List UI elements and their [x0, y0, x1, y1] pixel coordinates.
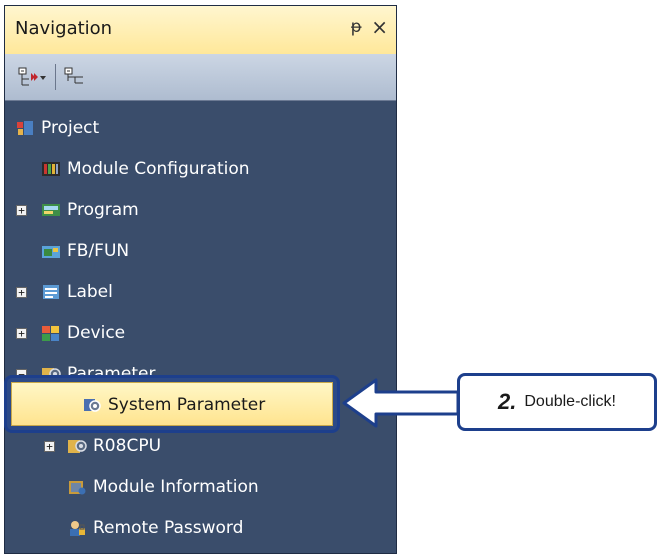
instruction-text: Double-click! — [524, 393, 616, 410]
tree-item-program[interactable]: Program — [41, 195, 139, 225]
expand-toggle[interactable]: + — [16, 287, 27, 298]
tree-item-module-configuration[interactable]: Module Configuration — [41, 154, 250, 184]
tree-item-label: Device — [67, 323, 126, 343]
pin-icon[interactable]: ᵽ — [351, 17, 362, 37]
fb-fun-icon — [42, 246, 60, 258]
expand-toggle[interactable]: + — [16, 328, 27, 339]
panel-toolbar — [5, 54, 396, 101]
tree-item-device[interactable]: Device — [41, 318, 125, 348]
navigation-panel: Navigation ᵽ × Project Module Configurat… — [4, 5, 397, 554]
cpu-parameter-icon — [68, 440, 87, 453]
tree-item-label: Module Information — [93, 477, 259, 497]
collapse-all-icon[interactable] — [63, 65, 89, 89]
instruction-callout: 2. Double-click! — [457, 373, 657, 431]
step-number: 2. — [498, 389, 517, 414]
tree-item-module-information[interactable]: Module Information — [67, 472, 259, 502]
toolbar-separator — [55, 64, 56, 90]
tree-item-project[interactable]: Project — [15, 113, 99, 143]
expand-toggle[interactable]: + — [16, 205, 27, 216]
project-icon — [17, 121, 33, 135]
label-icon — [43, 285, 59, 299]
tree-item-label: FB/FUN — [67, 241, 130, 261]
pointer-arrow-icon — [342, 378, 460, 428]
panel-titlebar: Navigation ᵽ × — [5, 6, 396, 55]
highlight-frame: System Parameter — [4, 375, 340, 433]
tree-item-r08cpu[interactable]: R08CPU — [67, 431, 161, 461]
tree-item-label[interactable]: Label — [41, 277, 113, 307]
tree-item-label-text: Label — [67, 282, 113, 302]
navigation-tree: Project Module Configuration + Program F… — [5, 101, 396, 553]
tree-item-label: System Parameter — [108, 395, 266, 415]
tree-item-label: R08CPU — [93, 436, 162, 456]
module-information-icon — [69, 481, 86, 495]
remote-password-icon — [70, 521, 85, 536]
panel-title: Navigation — [15, 18, 113, 39]
tree-item-label: Program — [67, 200, 139, 220]
close-icon[interactable]: × — [371, 15, 388, 39]
expand-toggle[interactable]: + — [44, 441, 55, 452]
tree-item-label: Module Configuration — [67, 159, 250, 179]
tree-item-remote-password[interactable]: Remote Password — [67, 513, 243, 543]
tree-item-system-parameter[interactable]: System Parameter — [11, 382, 333, 426]
system-parameter-icon — [84, 399, 101, 412]
tree-item-label: Remote Password — [93, 518, 244, 538]
device-icon — [42, 326, 59, 341]
program-icon — [42, 204, 60, 216]
module-configuration-icon — [42, 162, 60, 176]
tree-item-label: Project — [41, 118, 100, 138]
expand-collapse-icon[interactable] — [17, 65, 47, 89]
tree-item-fb-fun[interactable]: FB/FUN — [41, 236, 129, 266]
